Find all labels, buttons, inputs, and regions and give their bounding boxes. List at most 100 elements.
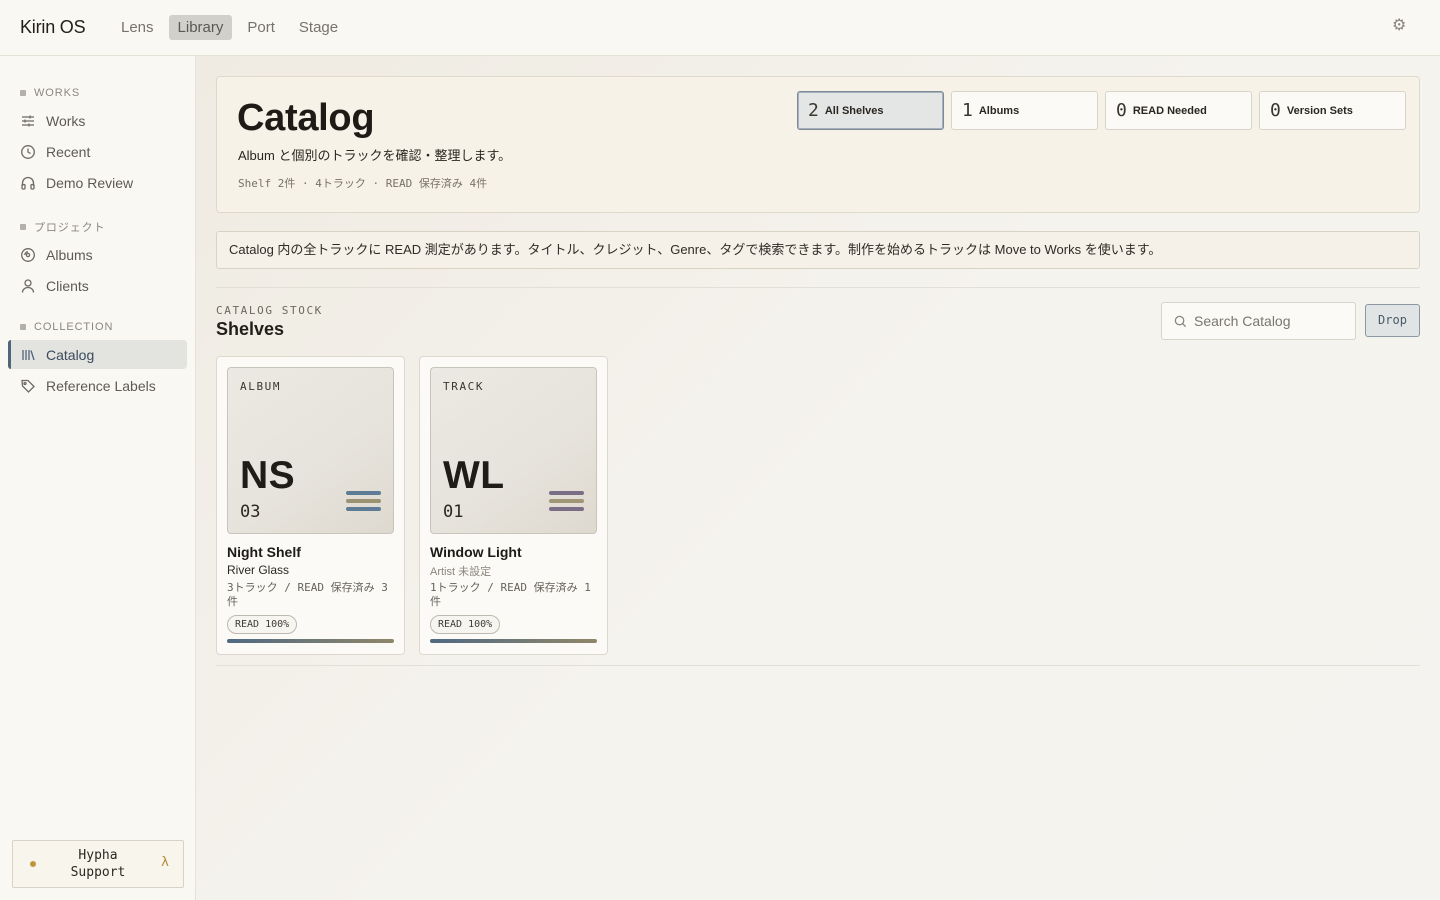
shelf-number: 01: [443, 502, 464, 522]
shelf-artist: River Glass: [227, 563, 290, 577]
shelf-title: Night Shelf: [227, 544, 301, 560]
sliders-icon: [22, 115, 34, 126]
sidebar-item-reference-labels[interactable]: Reference Labels: [8, 371, 187, 400]
shelf-code: WL: [443, 454, 505, 497]
shelf-code: NS: [240, 454, 296, 497]
stripe: [549, 499, 584, 503]
shelf-card[interactable]: ALBUM NS 03 Night Shelf River Glass 3トラッ…: [216, 356, 405, 655]
stat-value: 2: [808, 100, 819, 121]
info-notice: Catalog 内の全トラックに READ 測定があります。タイトル、クレジット…: [216, 231, 1420, 269]
catalog-meta: Shelf 2件 · 4トラック · READ 保存済み 4件: [238, 177, 488, 190]
top-nav: Lens Library Port Stage: [112, 15, 347, 40]
shelf-kind: TRACK: [443, 380, 485, 393]
catalog-header: Catalog Album と個別のトラックを確認・整理します。 Shelf 2…: [216, 76, 1420, 213]
section-title: Shelves: [216, 319, 285, 339]
top-bar: Kirin OS Lens Library Port Stage ⚙: [0, 0, 1440, 56]
sidebar-item-label: Works: [46, 112, 86, 129]
headphones-icon: [21, 176, 35, 190]
section-marker-icon: [20, 224, 26, 230]
section-label: COLLECTION: [34, 321, 114, 333]
stat-label: All Shelves: [824, 104, 884, 117]
library-icon: [22, 349, 35, 360]
stripe: [346, 499, 381, 503]
section-eyebrow: CATALOG STOCK: [216, 304, 323, 317]
search-input[interactable]: [1194, 309, 1349, 333]
page-title: Catalog: [237, 97, 375, 139]
sidebar-item-works[interactable]: Works: [8, 106, 187, 135]
stripe: [549, 491, 584, 495]
sidebar: WORKS Works Recent Demo Review プロジェクト Al…: [0, 56, 196, 900]
stat-version-sets[interactable]: 0 Version Sets: [1259, 91, 1406, 130]
stripe: [549, 507, 584, 511]
stripes-icon: [549, 491, 584, 515]
stat-value: 0: [1116, 100, 1127, 121]
page-subtitle: Album と個別のトラックを確認・整理します。: [238, 148, 512, 163]
progress-fill: [430, 639, 597, 643]
stat-value: 1: [962, 100, 973, 121]
stripe: [346, 507, 381, 511]
section-marker-icon: [20, 90, 26, 96]
stat-all-shelves[interactable]: 2 All Shelves: [797, 91, 944, 130]
shelf-count: 3トラック / READ 保存済み 3件: [227, 581, 388, 608]
stat-albums[interactable]: 1 Albums: [951, 91, 1098, 130]
main-content: Catalog Album と個別のトラックを確認・整理します。 Shelf 2…: [196, 56, 1440, 900]
status-dot-icon: [30, 861, 36, 867]
shelf-kind: ALBUM: [240, 380, 282, 393]
section-label: WORKS: [34, 87, 81, 99]
shelf-artwork: TRACK WL 01: [430, 367, 597, 534]
read-progress-bar: [227, 639, 394, 643]
stat-value: 0: [1270, 100, 1281, 121]
stripes-icon: [346, 491, 381, 515]
shelf-title: Window Light: [430, 544, 522, 560]
shelf-card[interactable]: TRACK WL 01 Window Light Artist 未設定 1トラッ…: [419, 356, 608, 655]
tab-port[interactable]: Port: [238, 15, 284, 40]
stripe: [346, 491, 381, 495]
tab-stage[interactable]: Stage: [290, 15, 347, 40]
clock-icon: [21, 144, 35, 159]
progress-fill: [227, 639, 394, 643]
sidebar-item-demo-review[interactable]: Demo Review: [8, 168, 187, 197]
shelf-number: 03: [240, 502, 261, 522]
sidebar-section-collection: COLLECTION: [20, 321, 113, 333]
tag-icon: [21, 379, 35, 393]
support-button[interactable]: Hypha Support λ: [12, 840, 184, 888]
tab-lens[interactable]: Lens: [112, 15, 163, 40]
sidebar-item-albums[interactable]: Albums: [8, 240, 187, 269]
sidebar-item-label: Clients: [46, 277, 89, 294]
drop-button[interactable]: Drop: [1365, 304, 1420, 337]
disc-icon: [21, 247, 35, 262]
divider: [216, 287, 1420, 288]
sidebar-item-label: Recent: [46, 143, 91, 160]
tab-library[interactable]: Library: [168, 15, 233, 40]
sidebar-item-recent[interactable]: Recent: [8, 137, 187, 166]
sidebar-section-works: WORKS: [20, 87, 80, 99]
section-label: プロジェクト: [34, 222, 106, 234]
section-marker-icon: [20, 324, 26, 330]
sidebar-item-label: Reference Labels: [46, 377, 156, 394]
shelf-artist: Artist 未設定: [430, 566, 492, 578]
search-icon: [1174, 315, 1187, 328]
sidebar-item-clients[interactable]: Clients: [8, 271, 187, 300]
read-progress-bar: [430, 639, 597, 643]
support-label: Hypha Support: [70, 848, 126, 880]
stat-label: Albums: [978, 104, 1020, 117]
sidebar-item-label: Albums: [46, 246, 93, 263]
divider: [216, 665, 1420, 666]
stat-label: READ Needed: [1132, 104, 1207, 117]
search-box: [1161, 302, 1356, 340]
lambda-icon: λ: [161, 855, 169, 870]
read-badge: READ 100%: [227, 615, 298, 634]
app-title: Kirin OS: [20, 17, 86, 37]
read-badge: READ 100%: [430, 615, 501, 634]
stat-label: Version Sets: [1286, 104, 1353, 117]
sidebar-section-project: プロジェクト: [20, 219, 105, 235]
sidebar-item-label: Catalog: [46, 346, 95, 363]
shelf-artwork: ALBUM NS 03: [227, 367, 394, 534]
shelf-count: 1トラック / READ 保存済み 1件: [430, 581, 591, 608]
gear-icon[interactable]: ⚙: [1392, 18, 1408, 34]
stat-filters: 2 All Shelves 1 Albums 0 READ Needed 0 V…: [797, 91, 1406, 130]
sidebar-item-label: Demo Review: [46, 174, 134, 191]
sidebar-item-catalog[interactable]: Catalog: [8, 340, 187, 369]
user-icon: [21, 278, 35, 293]
stat-read-needed[interactable]: 0 READ Needed: [1105, 91, 1252, 130]
